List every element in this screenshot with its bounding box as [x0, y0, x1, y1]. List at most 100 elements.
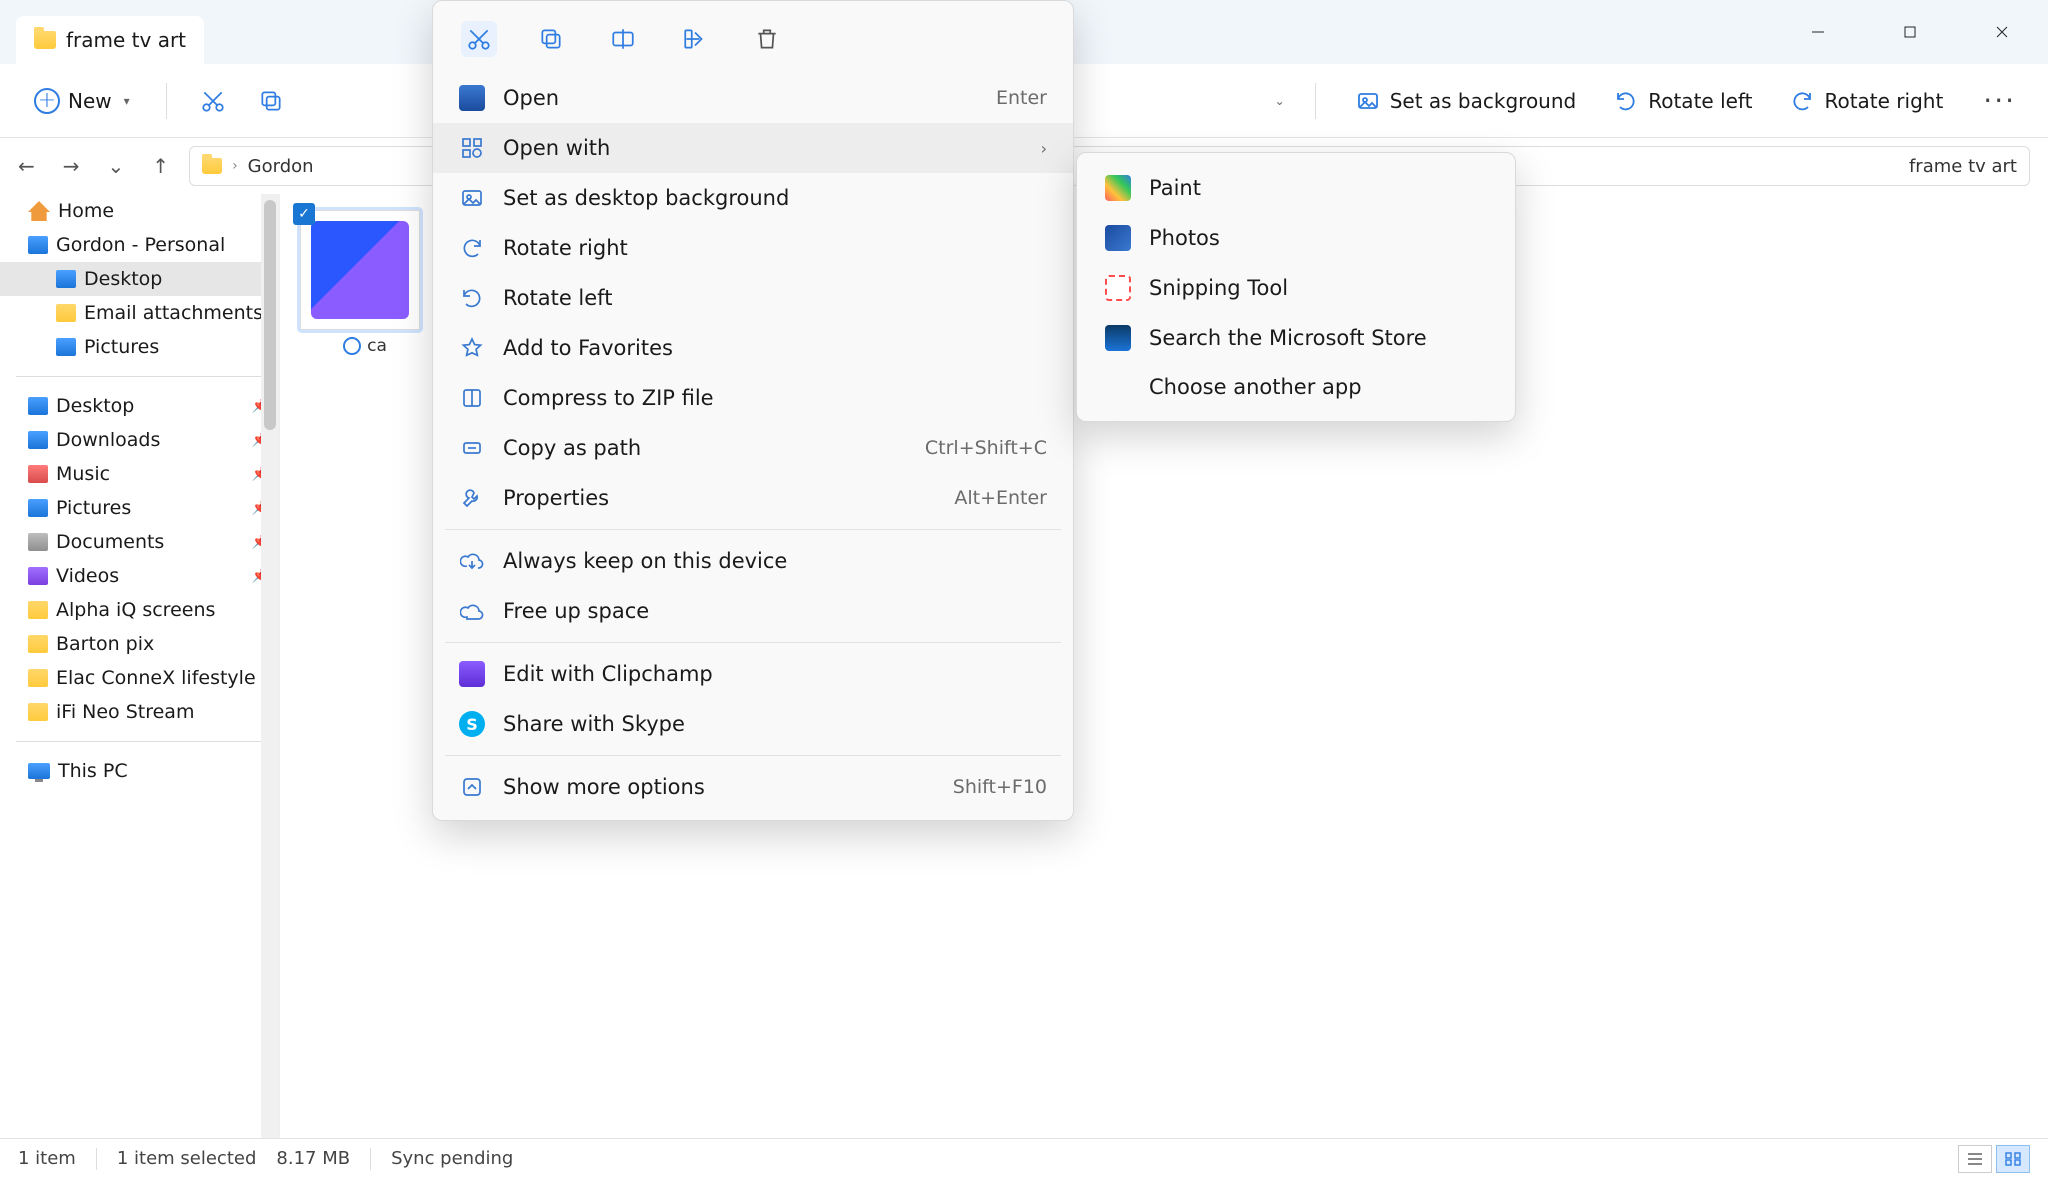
- context-add-favorites[interactable]: Add to Favorites: [433, 323, 1073, 373]
- nav-onedrive-personal[interactable]: Gordon - Personal: [0, 228, 279, 262]
- rotate-right-label: Rotate right: [1824, 89, 1943, 113]
- copy-button[interactable]: [247, 77, 295, 125]
- up-button[interactable]: ↑: [152, 154, 169, 178]
- submenu-choose-another-app[interactable]: Choose another app: [1077, 363, 1515, 411]
- scrollbar-thumb[interactable]: [264, 200, 276, 430]
- context-rotate-left[interactable]: Rotate left: [433, 273, 1073, 323]
- nav-label: Downloads: [56, 429, 160, 451]
- context-properties[interactable]: Properties Alt+Enter: [433, 473, 1073, 523]
- context-edit-clipchamp[interactable]: Edit with Clipchamp: [433, 649, 1073, 699]
- nav-pictures[interactable]: Pictures: [0, 330, 279, 364]
- cut-button[interactable]: [461, 21, 497, 57]
- cloud-icon: [28, 236, 48, 254]
- submenu-photos[interactable]: Photos: [1077, 213, 1515, 263]
- menu-label: Free up space: [503, 599, 1047, 623]
- close-button[interactable]: [1956, 0, 2048, 64]
- menu-label: Copy as path: [503, 436, 907, 460]
- context-toolbar: [433, 9, 1073, 73]
- separator: [96, 1148, 97, 1170]
- nav-quick-desktop[interactable]: Desktop 📌: [0, 389, 279, 423]
- file-thumbnail[interactable]: ✓: [300, 210, 420, 330]
- rename-button[interactable]: [605, 21, 641, 57]
- folder-icon: [56, 304, 76, 322]
- rotate-right-button[interactable]: Rotate right: [1780, 83, 1953, 119]
- breadcrumb-segment[interactable]: frame tv art: [1909, 156, 2017, 177]
- nav-quick-music[interactable]: Music 📌: [0, 457, 279, 491]
- set-background-button[interactable]: Set as background: [1346, 83, 1587, 119]
- context-open-with[interactable]: Open with ›: [433, 123, 1073, 173]
- share-button[interactable]: [677, 21, 713, 57]
- menu-label: Properties: [503, 486, 936, 510]
- nav-quick-pictures[interactable]: Pictures 📌: [0, 491, 279, 525]
- folder-icon: [34, 31, 56, 49]
- window-tab[interactable]: frame tv art: [16, 16, 204, 64]
- context-free-up-space[interactable]: Free up space: [433, 586, 1073, 636]
- new-button[interactable]: + New ▾: [20, 80, 144, 122]
- folder-icon: [28, 567, 48, 585]
- picture-icon: [459, 185, 485, 211]
- folder-icon: [28, 601, 48, 619]
- thumbnails-view-toggle[interactable]: [1996, 1145, 2030, 1173]
- folder-icon: [28, 703, 48, 721]
- nav-home[interactable]: Home: [0, 194, 279, 228]
- nav-quick-downloads[interactable]: Downloads 📌: [0, 423, 279, 457]
- copy-button[interactable]: [533, 21, 569, 57]
- nav-quick-documents[interactable]: Documents 📌: [0, 525, 279, 559]
- nav-this-pc[interactable]: This PC: [0, 754, 279, 788]
- zip-icon: [459, 385, 485, 411]
- breadcrumb-segment[interactable]: Gordon: [248, 156, 314, 177]
- nav-scrollbar[interactable]: [261, 194, 279, 1138]
- photos-icon: [1105, 225, 1131, 251]
- nav-label: Documents: [56, 531, 164, 553]
- context-set-desktop-bg[interactable]: Set as desktop background: [433, 173, 1073, 223]
- folder-icon: [28, 533, 48, 551]
- cut-button[interactable]: [189, 77, 237, 125]
- selection-checkbox[interactable]: ✓: [293, 203, 315, 225]
- home-icon: [28, 201, 50, 221]
- file-item[interactable]: ✓ ca: [300, 210, 430, 356]
- nav-folder-elac[interactable]: Elac ConneX lifestyle: [0, 661, 279, 695]
- context-compress-zip[interactable]: Compress to ZIP file: [433, 373, 1073, 423]
- nav-label: iFi Neo Stream: [56, 701, 194, 723]
- nav-desktop[interactable]: Desktop: [0, 262, 279, 296]
- context-share-skype[interactable]: S Share with Skype: [433, 699, 1073, 749]
- window-controls: [1772, 0, 2048, 64]
- menu-shortcut: Enter: [996, 87, 1047, 109]
- wrench-icon: [459, 485, 485, 511]
- star-icon: [459, 335, 485, 361]
- recent-locations-button[interactable]: ⌄: [108, 154, 125, 178]
- nav-folder-barton[interactable]: Barton pix: [0, 627, 279, 661]
- rotate-left-icon: [459, 285, 485, 311]
- chevron-right-icon: ›: [1041, 139, 1047, 158]
- submenu-search-store[interactable]: Search the Microsoft Store: [1077, 313, 1515, 363]
- separator: [445, 755, 1061, 756]
- nav-email-attachments[interactable]: Email attachments: [0, 296, 279, 330]
- maximize-button[interactable]: [1864, 0, 1956, 64]
- more-button[interactable]: ···: [1971, 84, 2028, 117]
- delete-button[interactable]: [749, 21, 785, 57]
- menu-label: Compress to ZIP file: [503, 386, 1047, 410]
- nav-folder-alpha[interactable]: Alpha iQ screens: [0, 593, 279, 627]
- minimize-button[interactable]: [1772, 0, 1864, 64]
- nav-folder-ifi[interactable]: iFi Neo Stream: [0, 695, 279, 729]
- back-button[interactable]: ←: [18, 154, 35, 178]
- context-show-more[interactable]: Show more options Shift+F10: [433, 762, 1073, 812]
- submenu-paint[interactable]: Paint: [1077, 163, 1515, 213]
- rotate-left-button[interactable]: Rotate left: [1604, 83, 1762, 119]
- chevron-down-icon[interactable]: ⌄: [1275, 94, 1285, 108]
- nav-quick-videos[interactable]: Videos 📌: [0, 559, 279, 593]
- details-view-toggle[interactable]: [1958, 1145, 1992, 1173]
- context-open[interactable]: Open Enter: [433, 73, 1073, 123]
- nav-label: Home: [58, 200, 114, 222]
- menu-label: Rotate right: [503, 236, 1047, 260]
- context-rotate-right[interactable]: Rotate right: [433, 223, 1073, 273]
- separator: [445, 642, 1061, 643]
- plus-icon: +: [34, 88, 60, 114]
- image-preview: [311, 221, 409, 319]
- forward-button[interactable]: →: [63, 154, 80, 178]
- context-copy-path[interactable]: Copy as path Ctrl+Shift+C: [433, 423, 1073, 473]
- nav-label: Barton pix: [56, 633, 154, 655]
- submenu-snipping-tool[interactable]: Snipping Tool: [1077, 263, 1515, 313]
- context-keep-on-device[interactable]: Always keep on this device: [433, 536, 1073, 586]
- navigation-pane: Home Gordon - Personal Desktop Email att…: [0, 194, 280, 1138]
